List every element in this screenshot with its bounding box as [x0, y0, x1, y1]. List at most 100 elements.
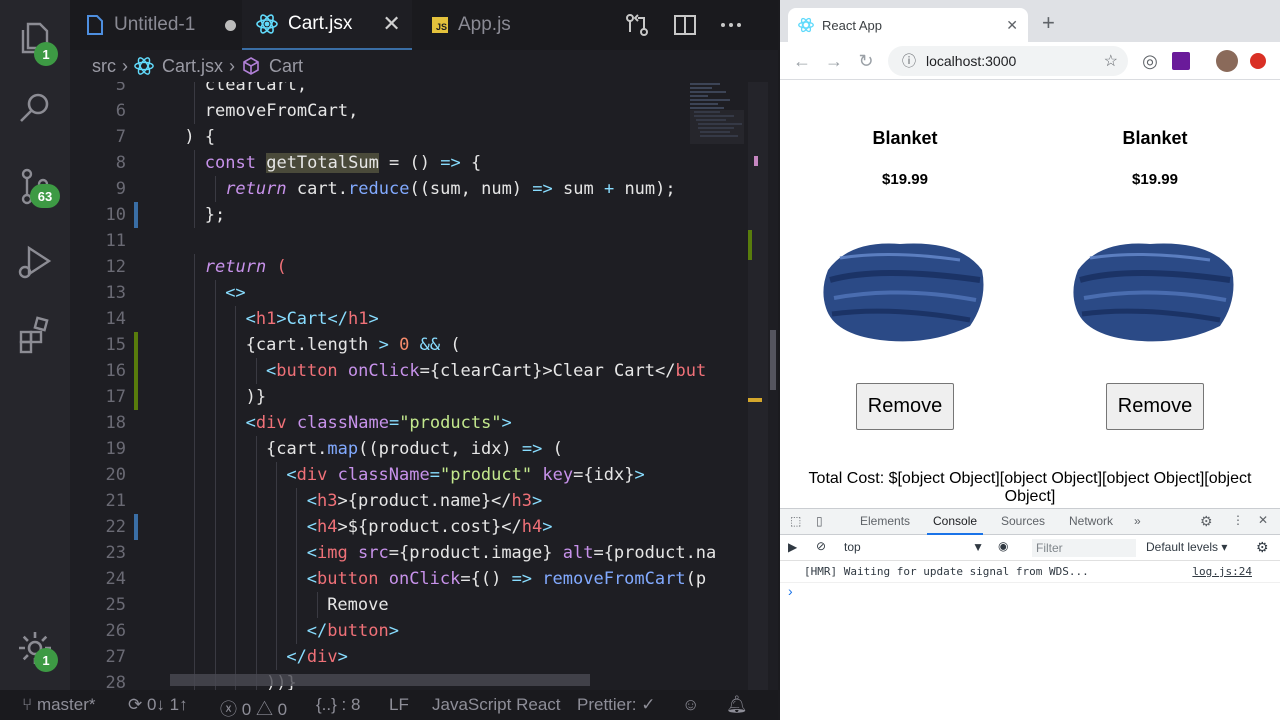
log-source-link[interactable]: log.js:24	[1192, 565, 1252, 578]
feedback-icon[interactable]: ☺	[682, 695, 699, 715]
language-status[interactable]: JavaScript React	[432, 695, 561, 715]
problems-status[interactable]: ⓧ 0 △ 0	[220, 695, 287, 720]
indent-guide	[214, 436, 216, 462]
indent-guide	[194, 410, 196, 436]
context-select[interactable]: top ▼	[844, 540, 984, 554]
update-alert-icon[interactable]	[1250, 53, 1266, 69]
minimap[interactable]	[688, 82, 746, 162]
extension-icon[interactable]: ◎	[1140, 51, 1160, 71]
breadcrumb-file[interactable]: Cart.jsx	[162, 56, 223, 77]
indent-guide	[276, 644, 277, 670]
code-token: };	[204, 205, 226, 225]
tab-elements[interactable]: Elements	[854, 509, 916, 535]
settings-gear-icon[interactable]: ⚙	[1200, 513, 1213, 530]
indent-guide	[194, 436, 196, 462]
symbols-status[interactable]: {..} : 8	[316, 695, 360, 715]
indent-guide	[255, 618, 257, 644]
profile-avatar[interactable]	[1216, 50, 1238, 72]
explorer-icon[interactable]: 1	[0, 8, 70, 68]
line-number: 5	[115, 82, 126, 95]
tab-untitled[interactable]: Untitled-1	[86, 0, 246, 50]
sync-status[interactable]: ⟳ 0↓ 1↑	[128, 695, 188, 715]
code-token: >	[542, 517, 553, 537]
log-levels-select[interactable]: Default levels ▾	[1146, 540, 1227, 554]
branch-status[interactable]: ⑂ master*	[22, 695, 96, 715]
kebab-menu-icon[interactable]: ⋮	[1232, 513, 1244, 527]
extension-rp-icon[interactable]	[1172, 52, 1190, 70]
indent-guide	[255, 644, 257, 670]
code-token: num);	[614, 179, 676, 199]
line-number: 18	[105, 413, 126, 433]
tab-cart-jsx[interactable]: Cart.jsx ✕	[242, 0, 412, 50]
address-bar[interactable]: ⓘ localhost:3000 ☆	[888, 46, 1128, 76]
close-devtools-icon[interactable]: ✕	[1258, 513, 1268, 527]
unsaved-dot-icon[interactable]	[225, 19, 237, 31]
code-line: 26 </button>	[70, 618, 690, 644]
breadcrumb-folder[interactable]: src	[92, 56, 116, 77]
console-filter-input[interactable]: Filter	[1032, 539, 1136, 557]
line-number: 9	[115, 179, 126, 199]
code-text: <h3>{product.name}</h3>	[307, 488, 542, 514]
new-tab-icon[interactable]: +	[1042, 10, 1055, 36]
reload-icon[interactable]: ↻	[856, 51, 876, 71]
indent-guide	[194, 514, 196, 540]
back-arrow-icon[interactable]: ←	[792, 51, 812, 71]
horizontal-scrollbar[interactable]	[170, 674, 590, 686]
settings-gear-icon[interactable]: 1	[0, 618, 70, 678]
open-changes-icon[interactable]	[624, 12, 650, 38]
line-number: 22	[105, 517, 126, 537]
eye-icon[interactable]: ◉	[998, 539, 1008, 553]
indent-guide	[255, 436, 257, 462]
code-token: >	[378, 335, 389, 355]
run-debug-icon[interactable]	[0, 232, 70, 292]
tab-app-js[interactable]: JS App.js	[432, 0, 552, 50]
device-toolbar-icon[interactable]: ▯	[816, 514, 823, 528]
indent-guide	[214, 540, 216, 566]
code-text: <h1>Cart</h1>	[246, 306, 379, 332]
inspect-element-icon[interactable]: ⬚	[790, 514, 801, 528]
remove-button[interactable]: Remove	[856, 383, 954, 430]
code-line: 21 <h3>{product.name}</h3>	[70, 488, 690, 514]
code-token: onClick	[347, 361, 420, 381]
more-tabs-icon[interactable]: »	[1134, 514, 1141, 528]
tab-network[interactable]: Network	[1063, 509, 1119, 535]
line-number: 14	[105, 309, 126, 329]
close-tab-icon[interactable]: ✕	[1006, 17, 1018, 34]
code-token: ={product.image}	[388, 543, 563, 563]
bookmark-star-icon[interactable]: ☆	[1104, 51, 1118, 71]
indent-guide	[296, 618, 298, 644]
search-icon[interactable]	[0, 78, 70, 138]
react-app-page: Blanket $19.99 Remove Blanket $19.99 Rem…	[780, 80, 1280, 508]
dropdown-arrow-icon: ▼	[972, 540, 984, 554]
console-prompt[interactable]: ›	[788, 583, 793, 599]
eol-status[interactable]: LF	[389, 695, 409, 715]
sidebar-toggle-icon[interactable]: ▶︎	[788, 540, 797, 554]
clear-console-icon[interactable]: ⊘	[816, 539, 826, 553]
tab-console[interactable]: Console	[927, 509, 984, 535]
code-text: {cart.map((product, idx) => (	[266, 436, 563, 462]
split-editor-icon[interactable]	[672, 12, 698, 38]
breadcrumb-symbol[interactable]: Cart	[269, 56, 303, 77]
indent-guide	[194, 98, 196, 124]
close-tab-icon[interactable]: ✕	[382, 11, 400, 37]
more-actions-icon[interactable]	[718, 12, 744, 38]
code-text: <button onClick={clearCart}>Clear Cart</…	[266, 358, 706, 384]
notifications-bell-icon[interactable]: 🔔︎	[726, 695, 748, 715]
console-settings-icon[interactable]: ⚙	[1256, 539, 1269, 556]
code-line: 16 <button onClick={clearCart}>Clear Cart…	[70, 358, 706, 384]
tab-sources[interactable]: Sources	[995, 509, 1051, 535]
indent-guide	[296, 514, 298, 540]
tab-label: Cart.jsx	[288, 13, 353, 34]
vertical-scrollbar[interactable]	[748, 82, 776, 690]
source-control-icon[interactable]: 63	[0, 156, 70, 216]
code-token: className	[296, 413, 389, 433]
remove-button[interactable]: Remove	[1106, 383, 1204, 430]
code-token: =	[429, 465, 440, 485]
code-editor[interactable]: 5 clearCart, 6 removeFromCart, 7) {8 const ge…	[70, 82, 778, 690]
extensions-icon[interactable]	[0, 304, 70, 364]
browser-tab[interactable]: React App ✕	[788, 8, 1028, 42]
prettier-status[interactable]: Prettier: ✓	[577, 695, 655, 715]
indent-guide	[235, 358, 237, 384]
forward-arrow-icon[interactable]: →	[824, 51, 844, 71]
code-line: 12 return (	[70, 254, 690, 280]
